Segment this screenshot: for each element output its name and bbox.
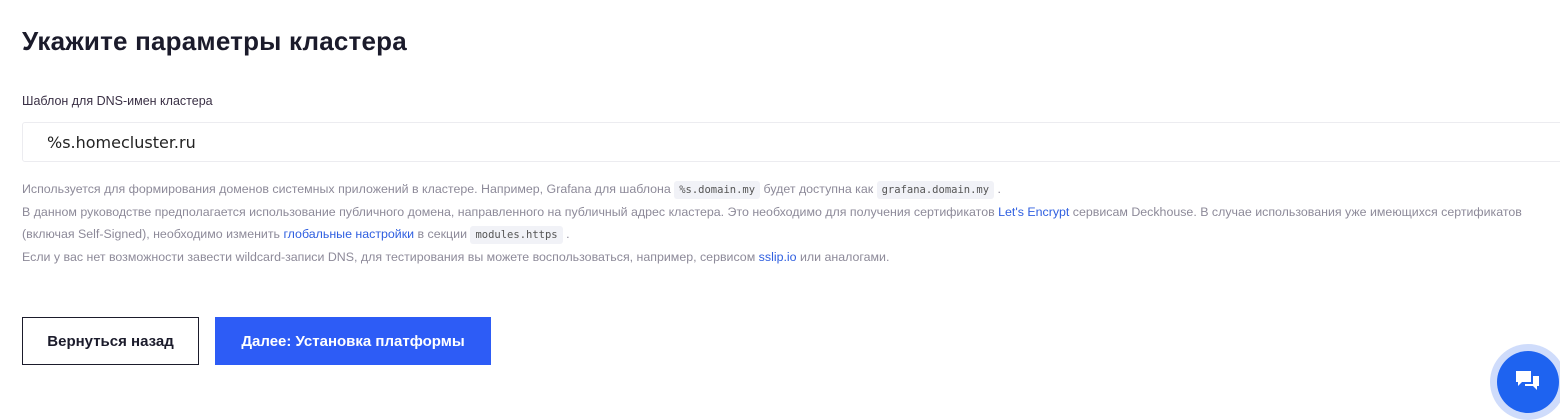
dns-template-label: Шаблон для DNS-имен кластера xyxy=(22,94,213,108)
help-text-part: Если у вас нет возможности завести wildc… xyxy=(22,250,759,264)
chat-button-inner xyxy=(1497,351,1559,413)
help-text-part: . xyxy=(994,182,1001,196)
global-settings-link[interactable]: глобальные настройки xyxy=(283,227,414,241)
help-text-part: В данном руководстве предполагается испо… xyxy=(22,205,999,219)
help-text: Используется для формирования доменов си… xyxy=(22,178,1542,268)
code-example: %s.domain.my xyxy=(674,181,761,199)
sslip-link[interactable]: sslip.io xyxy=(759,250,797,264)
help-line-1: Используется для формирования доменов си… xyxy=(22,178,1542,201)
lets-encrypt-link[interactable]: Let's Encrypt xyxy=(998,205,1069,219)
next-button[interactable]: Далее: Установка платформы xyxy=(215,317,491,365)
chat-bubbles-icon xyxy=(1516,371,1539,390)
code-example: modules.https xyxy=(470,226,563,244)
help-line-3: Если у вас нет возможности завести wildc… xyxy=(22,246,1542,268)
help-text-part: будет доступна как xyxy=(760,182,877,196)
code-example: grafana.domain.my xyxy=(876,181,995,199)
help-text-part: в секции xyxy=(414,227,471,241)
page-title: Укажите параметры кластера xyxy=(22,26,407,56)
help-line-2: В данном руководстве предполагается испо… xyxy=(22,201,1542,246)
dns-template-input[interactable] xyxy=(22,122,1560,162)
back-button[interactable]: Вернуться назад xyxy=(22,317,199,365)
help-text-part: . xyxy=(562,227,570,241)
chat-button[interactable] xyxy=(1490,344,1560,420)
help-text-part: Используется для формирования доменов си… xyxy=(22,182,675,196)
help-text-part: или аналогами. xyxy=(796,250,890,264)
